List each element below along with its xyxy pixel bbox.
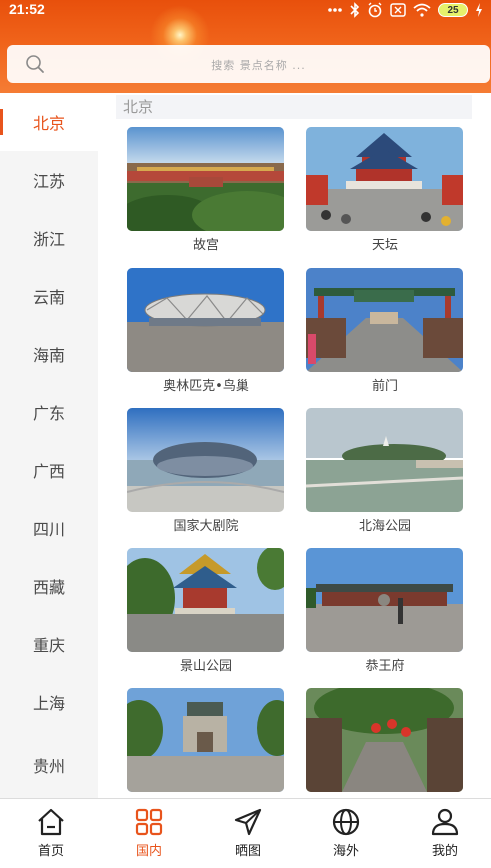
attraction-card-dajuyuan[interactable]: 国家大剧院	[127, 408, 285, 534]
status-time: 21:52	[9, 1, 45, 17]
tab-label: 国内	[135, 844, 162, 859]
sidebar-item-guangdong[interactable]: 广东	[0, 383, 98, 441]
attraction-grid: 北京 故宫 天坛 奥林匹克•鸟巢 前门 国家大剧院 北海公园 景山公园 恭王府	[98, 93, 491, 798]
attraction-photo[interactable]	[127, 268, 284, 372]
attraction-name: 天坛	[371, 238, 398, 253]
sidebar-item-jiangsu[interactable]: 江苏	[0, 151, 98, 209]
attraction-card-jingshan[interactable]: 景山公园	[127, 548, 285, 674]
grid-icon	[135, 808, 163, 836]
charging-icon	[476, 3, 482, 17]
sidebar-item-sichuan[interactable]: 四川	[0, 499, 98, 557]
tab-share-photos[interactable]: 晒图	[218, 807, 278, 865]
attraction-photo[interactable]	[306, 408, 463, 512]
sidebar-item-yunnan[interactable]: 云南	[0, 267, 98, 325]
bluetooth-icon	[350, 2, 360, 18]
sidebar-item-chongqing[interactable]: 重庆	[0, 615, 98, 673]
sidebar-item-label: 上海	[32, 694, 65, 713]
sidebar-item-zhejiang[interactable]: 浙江	[0, 209, 98, 267]
sidebar-item-label: 云南	[32, 288, 65, 307]
attraction-photo[interactable]	[127, 127, 284, 231]
globe-icon	[332, 808, 360, 836]
battery-icon: 25	[438, 3, 468, 17]
sidebar-item-beijing[interactable]: 北京	[0, 93, 98, 151]
sidebar-item-shanghai[interactable]: 上海	[0, 673, 98, 731]
alarm-icon	[368, 2, 382, 18]
attraction-name: 景山公园	[179, 659, 232, 674]
tab-domestic[interactable]: 国内	[119, 807, 179, 865]
tab-label: 海外	[332, 844, 359, 859]
attraction-name: 恭王府	[365, 659, 405, 674]
attraction-photo[interactable]	[127, 548, 284, 652]
status-icons: 25	[327, 0, 483, 20]
province-sidebar: 北京 江苏 浙江 云南 海南 广东 广西 四川 西藏 重庆 上海 贵州	[0, 93, 98, 798]
sidebar-item-label: 广东	[32, 404, 65, 423]
sidebar-item-label: 海南	[32, 346, 65, 365]
attraction-name: 国家大剧院	[173, 519, 239, 534]
sidebar-item-guizhou[interactable]: 贵州	[0, 731, 98, 798]
sidebar-item-label: 北京	[32, 114, 65, 133]
sidebar-item-label: 贵州	[32, 756, 65, 776]
sidebar-item-xizang[interactable]: 西藏	[0, 557, 98, 615]
sidebar-item-label: 西藏	[32, 578, 65, 597]
tab-mine[interactable]: 我的	[415, 807, 475, 865]
sim-icon	[390, 3, 406, 17]
attraction-card-beihai[interactable]: 北海公园	[306, 408, 464, 534]
attraction-card-niaochao[interactable]: 奥林匹克•鸟巢	[127, 268, 285, 394]
sidebar-item-label: 江苏	[32, 172, 65, 191]
sidebar-item-label: 重庆	[32, 636, 65, 655]
attraction-photo[interactable]	[127, 688, 284, 792]
attraction-card-gugong[interactable]: 故宫	[127, 127, 285, 253]
search-input[interactable]: 搜索 景点名称 ...	[7, 57, 490, 73]
attraction-name: 北海公园	[358, 519, 411, 534]
attraction-photo[interactable]	[306, 268, 463, 372]
attraction-photo[interactable]	[306, 688, 463, 792]
send-icon	[234, 808, 262, 836]
dots-icon	[328, 8, 342, 12]
sidebar-item-label: 广西	[32, 462, 65, 481]
attraction-card-row5-right[interactable]	[306, 688, 464, 792]
tab-label: 晒图	[234, 844, 261, 859]
home-icon	[38, 808, 64, 836]
attraction-photo[interactable]	[127, 408, 284, 512]
status-bar: 21:52 25	[0, 0, 491, 22]
sidebar-item-guangxi[interactable]: 广西	[0, 441, 98, 499]
attraction-photo[interactable]	[306, 548, 463, 652]
city-section-title: 北京	[116, 95, 472, 119]
tab-home[interactable]: 首页	[21, 807, 81, 865]
attraction-name: 前门	[371, 379, 398, 394]
person-icon	[431, 808, 459, 836]
attraction-photo[interactable]	[306, 127, 463, 231]
battery-level: 25	[447, 4, 459, 16]
attraction-card-row5-left[interactable]	[127, 688, 285, 792]
attraction-card-qianmen[interactable]: 前门	[306, 268, 464, 394]
sidebar-item-label: 四川	[32, 520, 65, 539]
tab-overseas[interactable]: 海外	[316, 807, 376, 865]
attraction-card-tiantan[interactable]: 天坛	[306, 127, 464, 253]
tab-label: 首页	[37, 844, 64, 859]
sidebar-item-label: 浙江	[32, 230, 65, 249]
wifi-icon	[413, 3, 431, 17]
sidebar-item-hainan[interactable]: 海南	[0, 325, 98, 383]
attraction-name: 奥林匹克•鸟巢	[163, 379, 249, 394]
bottom-tab-bar: 首页 国内 晒图 海外 我的	[0, 798, 491, 868]
tab-label: 我的	[431, 844, 458, 859]
attraction-name: 故宫	[192, 238, 219, 253]
search-bar[interactable]: 搜索 景点名称 ...	[7, 45, 490, 83]
app-header: 21:52 25 搜索 景点名称 ...	[0, 0, 491, 93]
attraction-card-gongwangfu[interactable]: 恭王府	[306, 548, 464, 674]
